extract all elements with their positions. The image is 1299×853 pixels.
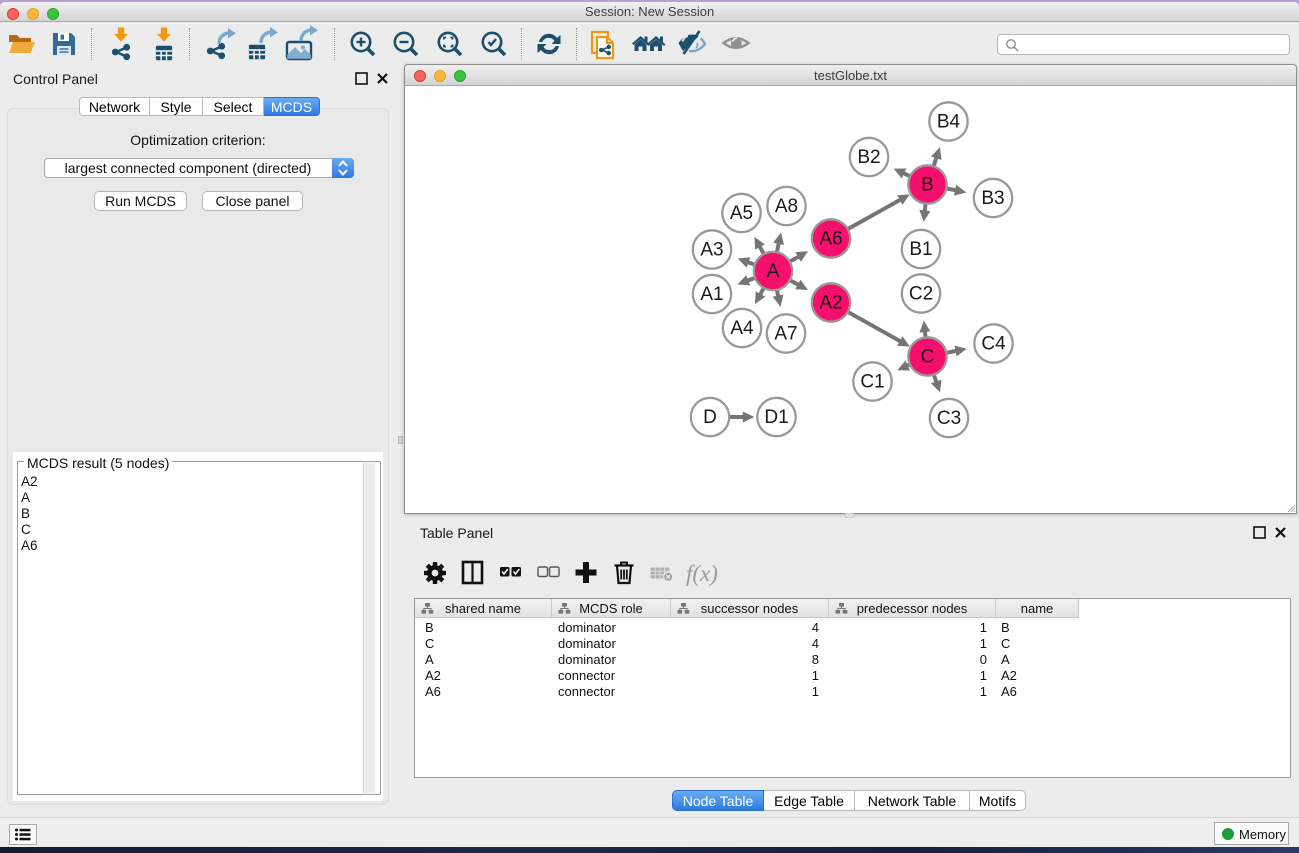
- svg-text:B4: B4: [937, 112, 961, 133]
- svg-text:A8: A8: [775, 196, 798, 217]
- svg-text:A1: A1: [700, 284, 723, 305]
- svg-text:C4: C4: [981, 334, 1006, 355]
- svg-text:B1: B1: [909, 239, 932, 260]
- svg-text:C1: C1: [860, 372, 884, 393]
- svg-text:B: B: [921, 175, 934, 196]
- svg-text:B2: B2: [857, 147, 880, 168]
- svg-text:D: D: [703, 407, 717, 428]
- svg-text:A4: A4: [730, 318, 754, 339]
- svg-text:f(x): f(x): [686, 561, 718, 586]
- svg-text:C2: C2: [909, 284, 933, 305]
- svg-text:A6: A6: [819, 229, 842, 250]
- svg-text:C3: C3: [937, 408, 961, 429]
- svg-text:A5: A5: [730, 203, 753, 224]
- svg-text:A2: A2: [819, 293, 842, 314]
- svg-text:C: C: [921, 347, 935, 368]
- svg-text:B3: B3: [981, 188, 1004, 209]
- svg-text:D1: D1: [764, 407, 788, 428]
- svg-text:A3: A3: [700, 240, 723, 261]
- svg-text:A: A: [767, 261, 780, 282]
- svg-text:A7: A7: [774, 324, 797, 345]
